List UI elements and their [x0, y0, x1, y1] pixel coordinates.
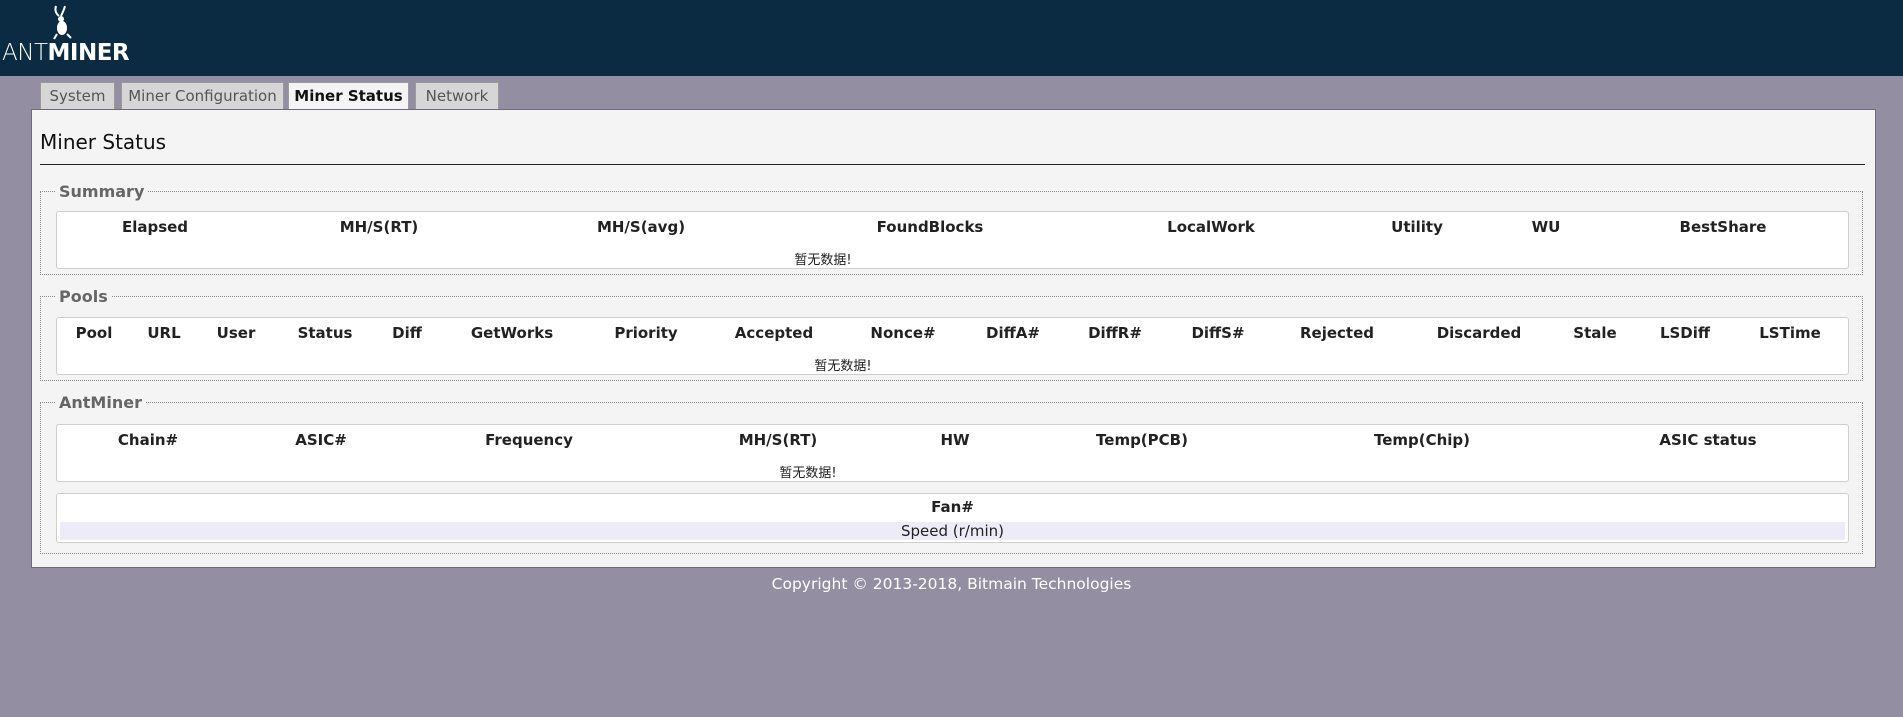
- summary-table: Elapsed MH/S(RT) MH/S(avg) FoundBlocks L…: [56, 211, 1849, 269]
- copyright-footer: Copyright © 2013-2018, Bitmain Technolog…: [771, 575, 1132, 593]
- summary-col-wu: WU: [1531, 218, 1561, 236]
- antminer-col-temp-pcb: Temp(PCB): [1096, 431, 1188, 449]
- summary-col-localwork: LocalWork: [1167, 218, 1255, 236]
- tab-miner-status[interactable]: Miner Status: [288, 82, 409, 111]
- antminer-col-hw: HW: [940, 431, 970, 449]
- tab-system[interactable]: System: [40, 82, 115, 109]
- pools-col-rejected: Rejected: [1299, 324, 1375, 342]
- pools-col-pool: Pool: [75, 324, 113, 342]
- summary-col-utility: Utility: [1391, 218, 1443, 236]
- tab-miner-configuration[interactable]: Miner Configuration: [121, 82, 284, 109]
- fan-table: Fan# Speed (r/min): [56, 493, 1849, 543]
- antminer-logo[interactable]: ANTMINER: [2, 4, 130, 66]
- antminer-empty-message: 暂无数据!: [779, 466, 837, 481]
- pools-table: Pool URL User Status Diff GetWorks Prior…: [56, 317, 1849, 375]
- ant-icon: [53, 5, 72, 40]
- pools-col-stale: Stale: [1573, 324, 1617, 342]
- antminer-col-temp-chip: Temp(Chip): [1373, 431, 1471, 449]
- pools-col-user: User: [216, 324, 256, 342]
- summary-legend: Summary: [59, 182, 145, 201]
- pools-empty-message: 暂无数据!: [814, 359, 872, 374]
- main-panel: Miner Status Summary Elapsed MH/S(RT) MH…: [31, 109, 1876, 568]
- page-title: Miner Status: [40, 130, 167, 154]
- summary-col-mhs-avg: MH/S(avg): [596, 218, 686, 236]
- summary-col-foundblocks: FoundBlocks: [876, 218, 984, 236]
- pools-col-discarded: Discarded: [1436, 324, 1522, 342]
- pools-col-diffa: DiffA#: [986, 324, 1040, 342]
- logo-text-ant: ANT: [2, 40, 48, 66]
- pools-col-status: Status: [297, 324, 353, 342]
- pools-col-diff: Diff: [392, 324, 422, 342]
- pools-col-lstime: LSTime: [1759, 324, 1821, 342]
- summary-col-mhs-rt: MH/S(RT): [339, 218, 419, 236]
- summary-col-bestshare: BestShare: [1679, 218, 1767, 236]
- antminer-col-frequency: Frequency: [485, 431, 573, 449]
- summary-col-elapsed: Elapsed: [121, 218, 189, 236]
- antminer-col-mhs-rt: MH/S(RT): [738, 431, 818, 449]
- antminer-col-chain: Chain#: [117, 431, 179, 449]
- header-bar: ANTMINER: [0, 0, 1903, 76]
- pools-legend: Pools: [59, 287, 108, 306]
- fan-speed-row: Speed (r/min): [60, 522, 1845, 540]
- tab-network[interactable]: Network: [415, 82, 499, 109]
- antminer-col-asic-status: ASIC status: [1659, 431, 1757, 449]
- pools-col-priority: Priority: [614, 324, 678, 342]
- pools-col-lsdiff: LSDiff: [1659, 324, 1711, 342]
- fan-header: Fan#: [931, 498, 974, 516]
- summary-empty-message: 暂无数据!: [794, 253, 852, 268]
- logo-text-miner: MINER: [47, 40, 130, 66]
- pools-col-accepted: Accepted: [734, 324, 814, 342]
- antminer-legend: AntMiner: [59, 393, 142, 412]
- pools-col-diffs: DiffS#: [1191, 324, 1245, 342]
- pools-col-getworks: GetWorks: [470, 324, 554, 342]
- antminer-table: Chain# ASIC# Frequency MH/S(RT) HW Temp(…: [56, 424, 1849, 482]
- pools-col-nonce: Nonce#: [870, 324, 936, 342]
- pools-col-diffr: DiffR#: [1088, 324, 1142, 342]
- title-divider: [40, 164, 1865, 165]
- pools-col-url: URL: [147, 324, 181, 342]
- antminer-col-asic: ASIC#: [295, 431, 347, 449]
